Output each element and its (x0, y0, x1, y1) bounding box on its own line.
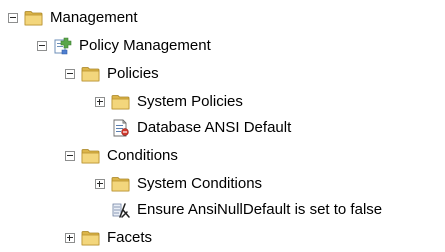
object-explorer-tree: Management Policy Management Policies Sy… (0, 0, 445, 252)
tree-node-conditions[interactable]: Conditions (65, 144, 178, 168)
tree-node-management[interactable]: Management (8, 6, 138, 30)
tree-node-label: Facets (107, 229, 153, 246)
tree-node-facets[interactable]: Facets (65, 226, 152, 250)
condition-icon (112, 203, 130, 218)
tree-node-label: System Policies (137, 93, 243, 110)
folder-icon (81, 149, 100, 164)
tree-node-label: Ensure AnsiNullDefault is set to false (137, 201, 383, 218)
expand-toggle-icon[interactable] (65, 233, 75, 243)
tree-node-ensure-ansinulldefault[interactable]: Ensure AnsiNullDefault is set to false (95, 198, 382, 222)
policy-management-icon (54, 37, 72, 55)
policy-icon (113, 119, 129, 137)
tree-node-label: Policy Management (79, 37, 211, 54)
tree-node-label: Policies (107, 65, 159, 82)
tree-node-policy-management[interactable]: Policy Management (37, 34, 211, 58)
tree-node-label: System Conditions (137, 175, 263, 192)
collapse-toggle-icon[interactable] (65, 69, 75, 79)
collapse-toggle-icon[interactable] (37, 41, 47, 51)
tree-node-policies[interactable]: Policies (65, 62, 159, 86)
collapse-toggle-icon[interactable] (65, 151, 75, 161)
tree-node-label: Conditions (107, 147, 178, 164)
tree-node-system-conditions[interactable]: System Conditions (95, 172, 262, 196)
folder-icon (111, 95, 130, 110)
tree-node-system-policies[interactable]: System Policies (95, 90, 243, 114)
folder-icon (24, 11, 43, 26)
tree-node-label: Database ANSI Default (137, 119, 292, 136)
collapse-toggle-icon[interactable] (8, 13, 18, 23)
tree-node-label: Management (50, 9, 138, 26)
folder-icon (81, 67, 100, 82)
tree-node-database-ansi-default[interactable]: Database ANSI Default (95, 116, 291, 140)
expand-toggle-icon[interactable] (95, 97, 105, 107)
expand-toggle-icon[interactable] (95, 179, 105, 189)
folder-icon (111, 177, 130, 192)
folder-icon (81, 231, 100, 246)
